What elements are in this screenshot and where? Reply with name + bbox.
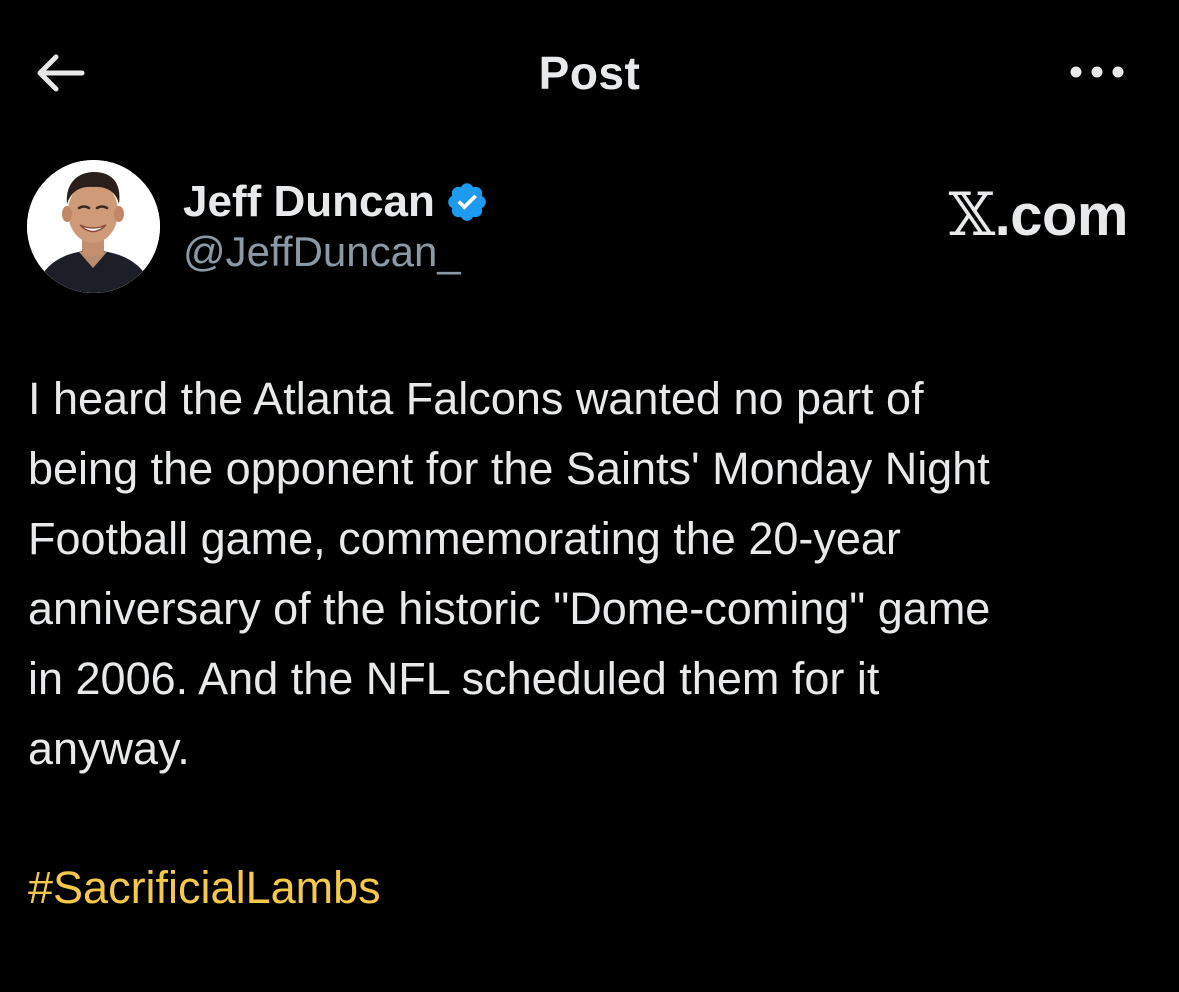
display-name-row[interactable]: Jeff Duncan bbox=[183, 176, 489, 228]
page-title: Post bbox=[538, 47, 641, 99]
post-author: Jeff Duncan @JeffDuncan_ 𝕏.com bbox=[27, 158, 1152, 298]
x-com-watermark: 𝕏.com bbox=[948, 180, 1129, 250]
arrow-left-icon bbox=[37, 54, 85, 92]
user-handle[interactable]: @JeffDuncan_ bbox=[183, 228, 461, 276]
verified-badge-icon bbox=[448, 183, 486, 221]
avatar-photo bbox=[27, 160, 160, 293]
back-button[interactable] bbox=[30, 48, 90, 98]
x-logo-glyph: 𝕏 bbox=[948, 180, 996, 250]
display-name[interactable]: Jeff Duncan bbox=[183, 177, 435, 227]
more-options-button[interactable] bbox=[1062, 54, 1132, 90]
brand-domain: .com bbox=[994, 183, 1129, 248]
more-horizontal-icon bbox=[1070, 66, 1124, 78]
hashtag-link[interactable]: #SacrificialLambs bbox=[28, 853, 381, 923]
post-text: I heard the Atlanta Falcons wanted no pa… bbox=[28, 373, 991, 774]
top-bar: Post bbox=[0, 0, 1179, 145]
avatar[interactable] bbox=[27, 160, 160, 293]
